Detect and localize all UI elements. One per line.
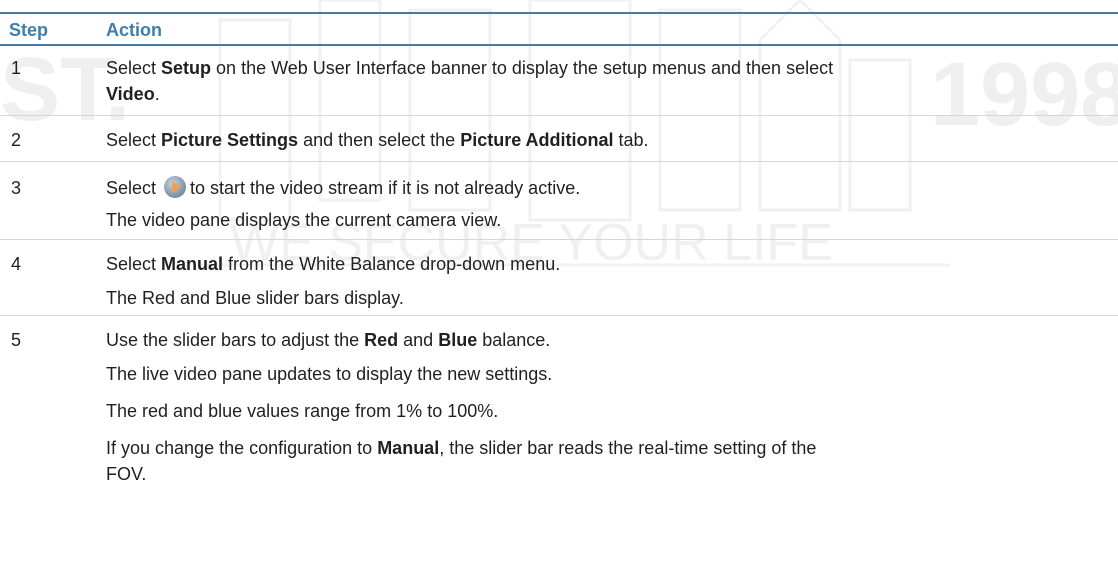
play-icon	[164, 176, 187, 198]
step-3-line-2: The video pane displays the current came…	[106, 210, 502, 230]
step-3-line-1: Select to start the video stream if it is…	[106, 176, 581, 198]
step-1-line-1: Select Setup on the Web User Interface b…	[106, 58, 834, 78]
header-step: Step	[9, 20, 49, 40]
row-divider	[0, 239, 1118, 240]
table-header: Step Action	[0, 12, 1118, 46]
step-5-line-2: The live video pane updates to display t…	[106, 364, 553, 384]
step-5-line-3: The red and blue values range from 1% to…	[106, 401, 499, 421]
row-divider	[0, 161, 1118, 162]
step-4-line-1: Select Manual from the White Balance dro…	[106, 254, 561, 274]
row-divider	[0, 115, 1118, 116]
step-5-line-5: FOV.	[106, 464, 147, 484]
header-action: Action	[106, 20, 162, 40]
step-5-line-1: Use the slider bars to adjust the Red an…	[106, 330, 551, 350]
row-divider	[0, 315, 1118, 316]
step-number: 5	[11, 330, 22, 350]
step-4-line-2: The Red and Blue slider bars display.	[106, 288, 404, 308]
step-number: 4	[11, 254, 22, 274]
step-number: 2	[11, 130, 22, 150]
step-1-line-2: Video.	[106, 84, 160, 104]
procedure-table: Step Action 1 Select Setup on the Web Us…	[0, 12, 1118, 484]
step-5-line-4: If you change the configuration to Manua…	[106, 438, 817, 458]
step-2-line-1: Select Picture Settings and then select …	[106, 130, 649, 150]
watermark-right-text: 1998	[930, 45, 1118, 145]
step-number: 3	[11, 178, 22, 198]
step-number: 1	[11, 58, 22, 78]
